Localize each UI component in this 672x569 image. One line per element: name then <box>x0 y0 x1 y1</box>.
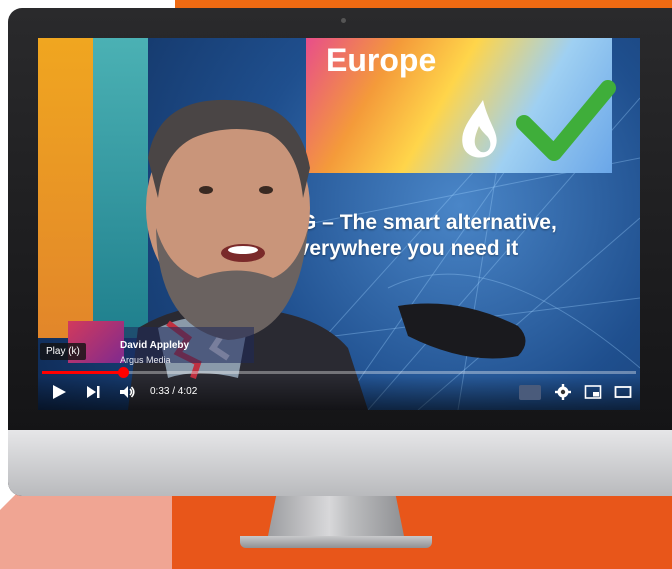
checkmark-icon <box>516 80 616 161</box>
video-player[interactable]: Europe PG – The smart alternative, every… <box>38 38 640 410</box>
monitor-stand <box>268 496 404 536</box>
subtitles-icon[interactable] <box>519 385 541 400</box>
theater-mode-icon[interactable] <box>614 383 632 401</box>
volume-icon[interactable] <box>118 383 136 401</box>
progress-bar-played <box>42 371 124 374</box>
monitor-chin <box>8 430 672 496</box>
next-icon[interactable] <box>84 383 102 401</box>
progress-bar[interactable] <box>42 367 636 378</box>
speaker-organization: Argus Media <box>120 355 171 365</box>
speaker-name: David Appleby <box>120 340 190 351</box>
webcam-dot <box>341 18 346 23</box>
settings-icon[interactable] <box>554 383 572 401</box>
banner-title: Europe <box>326 42 437 78</box>
flame-logo-icon <box>462 100 497 158</box>
play-tooltip: Play (k) <box>40 343 86 360</box>
time-display: 0:33 / 4:02 <box>150 386 198 397</box>
microphone <box>398 303 526 359</box>
left-background-yellow <box>38 38 93 338</box>
miniplayer-icon[interactable] <box>584 383 602 401</box>
play-icon[interactable] <box>50 383 68 401</box>
monitor-stand-base <box>240 536 432 548</box>
